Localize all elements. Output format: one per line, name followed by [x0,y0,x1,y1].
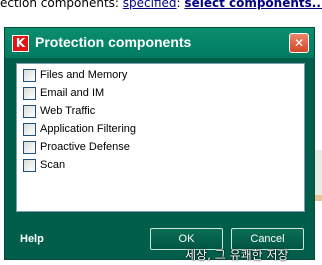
component-item-application-filtering[interactable]: Application Filtering [23,121,136,137]
checkbox[interactable] [23,122,36,136]
help-link[interactable]: Help [20,233,44,245]
component-label: Email and IM [40,87,105,99]
component-label: Web Traffic [40,105,96,117]
component-item-proactive-defense[interactable]: Proactive Defense [23,139,130,155]
checkbox[interactable] [23,158,36,172]
component-item-email-and-im[interactable]: Email and IM [23,85,104,101]
background-strip-accent [314,195,322,201]
component-item-web-traffic[interactable]: Web Traffic [23,103,95,119]
component-label: Scan [40,159,66,171]
specified-link[interactable]: specified [123,0,177,10]
background-text-line: ection components: specified: select com… [0,0,322,10]
component-item-files-and-memory[interactable]: Files and Memory [23,67,127,83]
kaspersky-logo-icon: K [12,35,29,52]
background-prefix: ection components: [0,0,119,10]
checkbox[interactable] [23,86,36,100]
component-item-scan[interactable]: Scan [23,157,65,173]
background-strip [314,150,322,195]
protection-components-dialog: K Protection components ✕ Files and Memo… [4,27,315,260]
dialog-title: Protection components [35,34,192,50]
component-label: Files and Memory [40,69,128,81]
checkbox[interactable] [23,140,36,154]
component-label: Proactive Defense [40,141,130,153]
select-components-link[interactable]: select components... [184,0,322,10]
checkbox[interactable] [23,68,36,82]
components-list: Files and Memory Email and IM Web Traffi… [16,63,305,212]
dialog-titlebar[interactable]: K Protection components ✕ [5,28,314,58]
close-button[interactable]: ✕ [289,33,309,53]
checkbox[interactable] [23,104,36,118]
watermark-text: 세상, 그 유쾌한 저장 [185,248,289,262]
component-label: Application Filtering [40,123,136,135]
